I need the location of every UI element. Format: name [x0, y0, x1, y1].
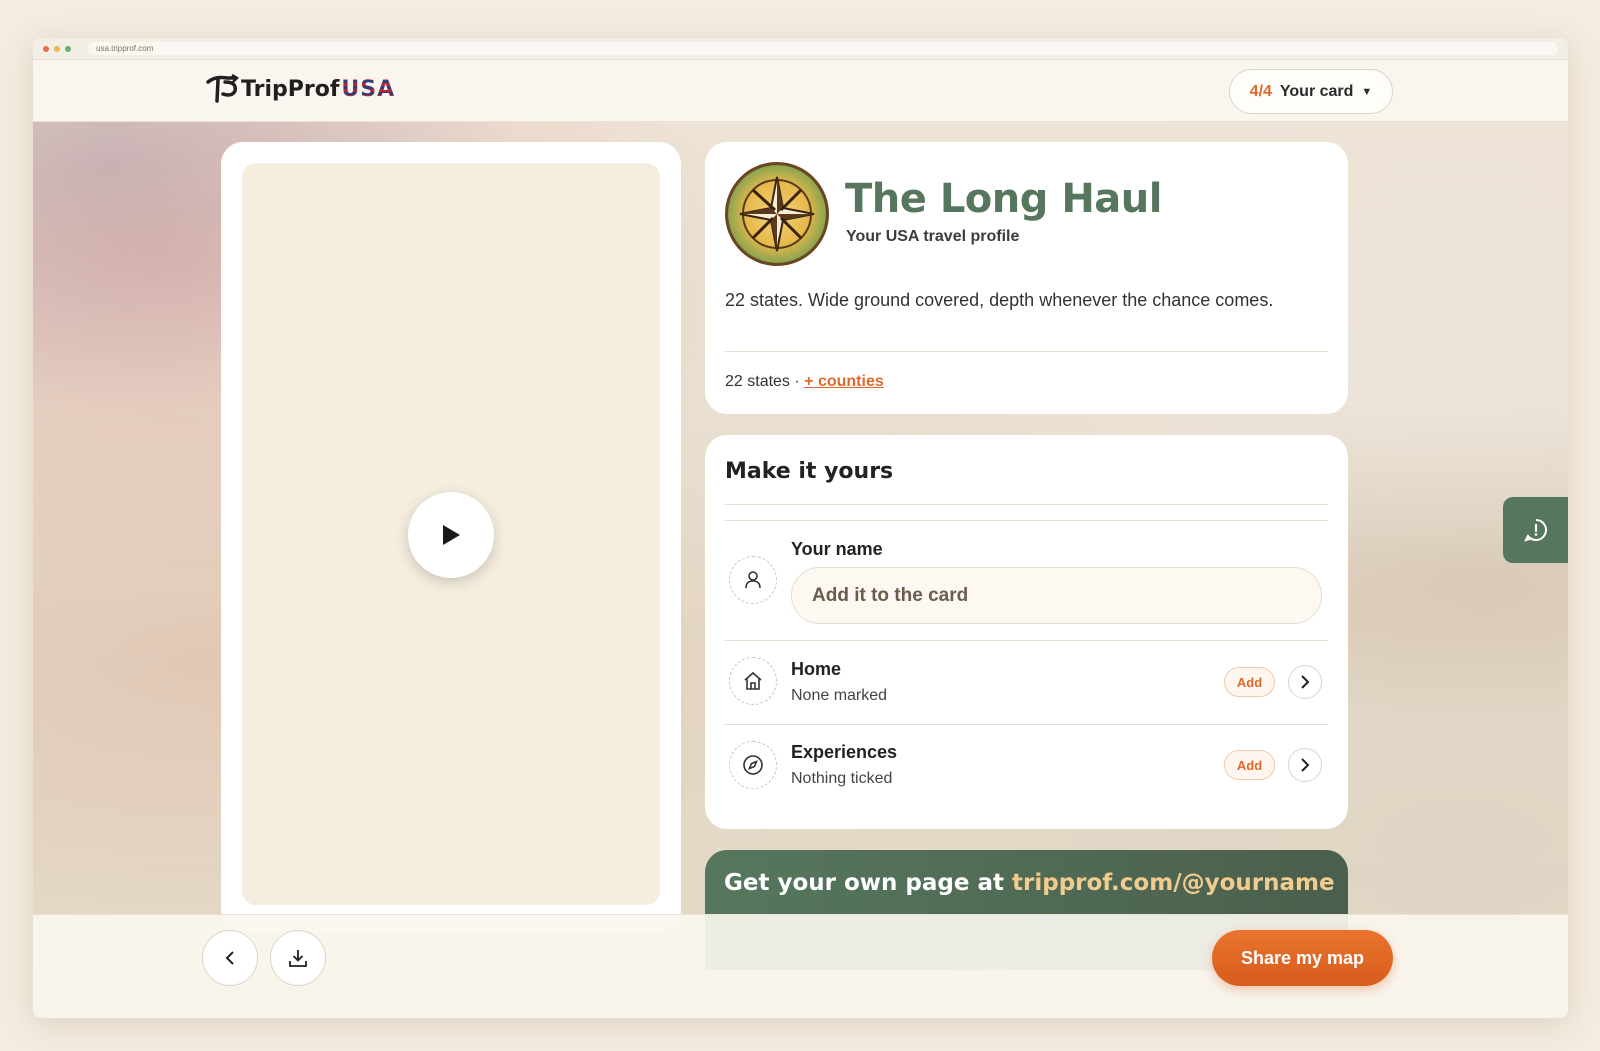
your-card-dropdown[interactable]: 4/4 Your card ▼ [1229, 69, 1393, 114]
experiences-status: Nothing ticked [791, 770, 893, 787]
chevron-left-icon [225, 951, 234, 965]
section-title: Make it yours [725, 459, 894, 484]
home-chevron-button[interactable] [1288, 665, 1322, 699]
name-label: Your name [791, 539, 883, 559]
name-input[interactable] [791, 567, 1322, 624]
add-home-button[interactable]: Add [1224, 667, 1275, 697]
profile-description: 22 states. Wide ground covered, depth wh… [725, 290, 1274, 310]
share-my-map-button[interactable]: Share my map [1212, 930, 1393, 986]
video-card [221, 142, 681, 932]
states-count: 22 states · [725, 373, 800, 390]
house-icon [744, 671, 762, 690]
experiences-label: Experiences [791, 742, 898, 762]
back-button[interactable] [202, 930, 258, 986]
compass-icon [743, 755, 763, 775]
top-navigation: TripProf USA 4/4 Your card ▼ [33, 60, 1568, 122]
download-button[interactable] [270, 930, 326, 986]
maximize-dot[interactable] [65, 45, 71, 52]
play-icon [443, 525, 460, 545]
add-counties-link[interactable]: + counties [804, 373, 884, 390]
card-label: Your card [1279, 82, 1354, 100]
person-icon [729, 556, 777, 604]
feedback-button[interactable] [1503, 497, 1568, 563]
browser-window: usa.tripprof.com TripProf USA 4/4 Your c… [33, 38, 1568, 1018]
divider [725, 520, 1328, 521]
compass-icon [739, 176, 815, 252]
divider [725, 504, 1328, 505]
profile-title: The Long Haul [845, 176, 1162, 222]
address-bar[interactable]: usa.tripprof.com [88, 42, 1558, 55]
download-icon [289, 950, 307, 967]
home-status: None marked [791, 687, 888, 704]
logo-usa-text: USA [341, 76, 396, 102]
user-icon [745, 571, 761, 589]
profile-card: The Long Haul Your USA travel profile 22… [705, 142, 1348, 414]
divider [725, 724, 1328, 725]
browser-chrome: usa.tripprof.com [33, 38, 1568, 60]
divider [725, 351, 1328, 352]
experiences-row-icon [729, 741, 777, 789]
chevron-right-icon [1301, 675, 1310, 689]
logo-mark-icon [206, 74, 240, 103]
card-count: 4/4 [1249, 82, 1272, 100]
bottom-action-bar: Share my map [33, 914, 1568, 1018]
promo-handle: tripprof.com/@yourname [1012, 870, 1335, 896]
minimize-dot[interactable] [54, 45, 60, 52]
promo-text: Get your own page at tripprof.com/@yourn… [724, 870, 1335, 896]
caret-down-icon: ▼ [1361, 85, 1373, 98]
feedback-chat-icon [1524, 519, 1547, 542]
promo-lead: Get your own page at [724, 870, 1004, 896]
home-label: Home [791, 659, 842, 679]
chevron-right-icon [1301, 758, 1310, 772]
divider [725, 640, 1328, 641]
video-preview[interactable] [242, 163, 660, 905]
close-dot[interactable] [43, 45, 49, 52]
experiences-chevron-button[interactable] [1288, 748, 1322, 782]
make-it-yours-card: Make it yours Your name Home None marked… [705, 435, 1348, 829]
profile-subtitle: Your USA travel profile [846, 228, 1020, 245]
tripprof-logo[interactable]: TripProf USA [205, 74, 395, 104]
compass-badge [725, 162, 829, 266]
add-experiences-button[interactable]: Add [1224, 750, 1275, 780]
play-button[interactable] [408, 492, 494, 578]
profile-stats: 22 states · + counties [725, 373, 884, 391]
logo-text: TripProf [241, 76, 340, 102]
home-row-icon [729, 657, 777, 705]
